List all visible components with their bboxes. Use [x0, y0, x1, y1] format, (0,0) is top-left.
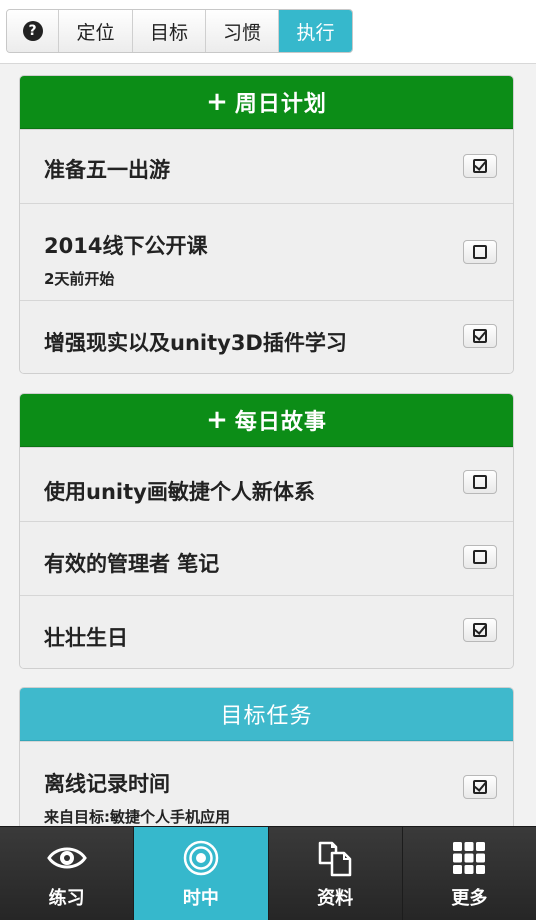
tab-goals[interactable]: 目标	[133, 10, 206, 52]
tab-execute[interactable]: 执行	[279, 10, 352, 52]
item-title: 增强现实以及unity3D插件学习	[44, 331, 347, 355]
unchecked-icon	[473, 550, 487, 564]
checked-icon	[473, 159, 487, 173]
item-subtitle: 2天前开始	[44, 270, 115, 288]
item-title: 有效的管理者 笔记	[44, 552, 220, 576]
target-icon	[183, 838, 219, 878]
panel-daily-stories: + 每日故事 使用unity画敏捷个人新体系 有效的管理者 笔记 壮壮生日	[19, 393, 514, 669]
nav-label: 时中	[182, 887, 219, 909]
panel-title: 周日计划	[234, 92, 327, 117]
help-button[interactable]: ?	[7, 10, 59, 52]
list-item[interactable]: 使用unity画敏捷个人新体系	[20, 447, 513, 521]
panel-header-goal-tasks[interactable]: 目标任务	[20, 688, 513, 741]
checkbox[interactable]	[463, 775, 497, 799]
nav-more[interactable]: 更多	[402, 827, 536, 920]
list-item[interactable]: 增强现实以及unity3D插件学习	[20, 300, 513, 373]
checkbox[interactable]	[463, 240, 497, 264]
nav-timing[interactable]: 时中	[134, 827, 269, 920]
nav-practice[interactable]: 练习	[0, 827, 135, 920]
bottom-nav: 练习 时中 资料 更多	[0, 826, 536, 920]
checked-icon	[473, 329, 487, 343]
list-item[interactable]: 准备五一出游	[20, 129, 513, 203]
list-item[interactable]: 2014线下公开课 2天前开始	[20, 203, 513, 300]
tab-positioning[interactable]: 定位	[59, 10, 133, 52]
top-tab-bar: ? 定位 目标 习惯 执行	[0, 0, 536, 64]
unchecked-icon	[473, 245, 487, 259]
tab-habits[interactable]: 习惯	[206, 10, 279, 52]
checkbox[interactable]	[463, 545, 497, 569]
checkbox[interactable]	[463, 470, 497, 494]
panel-goal-tasks: 目标任务 离线记录时间 来自目标:敏捷个人手机应用	[19, 687, 514, 826]
panel-title: 每日故事	[234, 410, 327, 435]
checked-icon	[473, 623, 487, 637]
item-title: 壮壮生日	[44, 626, 128, 650]
panel-header-daily-stories[interactable]: + 每日故事	[20, 394, 513, 447]
item-subtitle: 来自目标:敏捷个人手机应用	[44, 808, 230, 826]
grid-icon	[451, 838, 487, 878]
panel-header-sunday-plan[interactable]: + 周日计划	[20, 76, 513, 129]
checkbox[interactable]	[463, 324, 497, 348]
nav-materials[interactable]: 资料	[268, 827, 403, 920]
nav-label: 练习	[48, 887, 85, 909]
panel-title: 目标任务	[220, 704, 313, 729]
list-item[interactable]: 有效的管理者 笔记	[20, 521, 513, 595]
plus-icon: +	[206, 405, 229, 435]
item-title: 2014线下公开课	[44, 234, 208, 258]
item-title: 离线记录时间	[44, 772, 170, 796]
list-item[interactable]: 离线记录时间 来自目标:敏捷个人手机应用	[20, 741, 513, 826]
checked-icon	[473, 780, 487, 794]
unchecked-icon	[473, 475, 487, 489]
item-title: 准备五一出游	[44, 158, 170, 182]
checkbox[interactable]	[463, 618, 497, 642]
question-icon: ?	[22, 21, 43, 41]
documents-icon	[316, 838, 354, 878]
plus-icon: +	[206, 87, 229, 117]
main-content: + 周日计划 准备五一出游 2014线下公开课 2天前开始 增强现实以及unit…	[0, 64, 536, 826]
nav-label: 更多	[451, 887, 488, 909]
panel-sunday-plan: + 周日计划 准备五一出游 2014线下公开课 2天前开始 增强现实以及unit…	[19, 75, 514, 374]
nav-label: 资料	[317, 887, 354, 909]
list-item[interactable]: 壮壮生日	[20, 595, 513, 668]
eye-icon	[46, 838, 87, 878]
checkbox[interactable]	[463, 154, 497, 178]
item-title: 使用unity画敏捷个人新体系	[44, 480, 315, 504]
segmented-tabs: ? 定位 目标 习惯 执行	[6, 9, 353, 53]
